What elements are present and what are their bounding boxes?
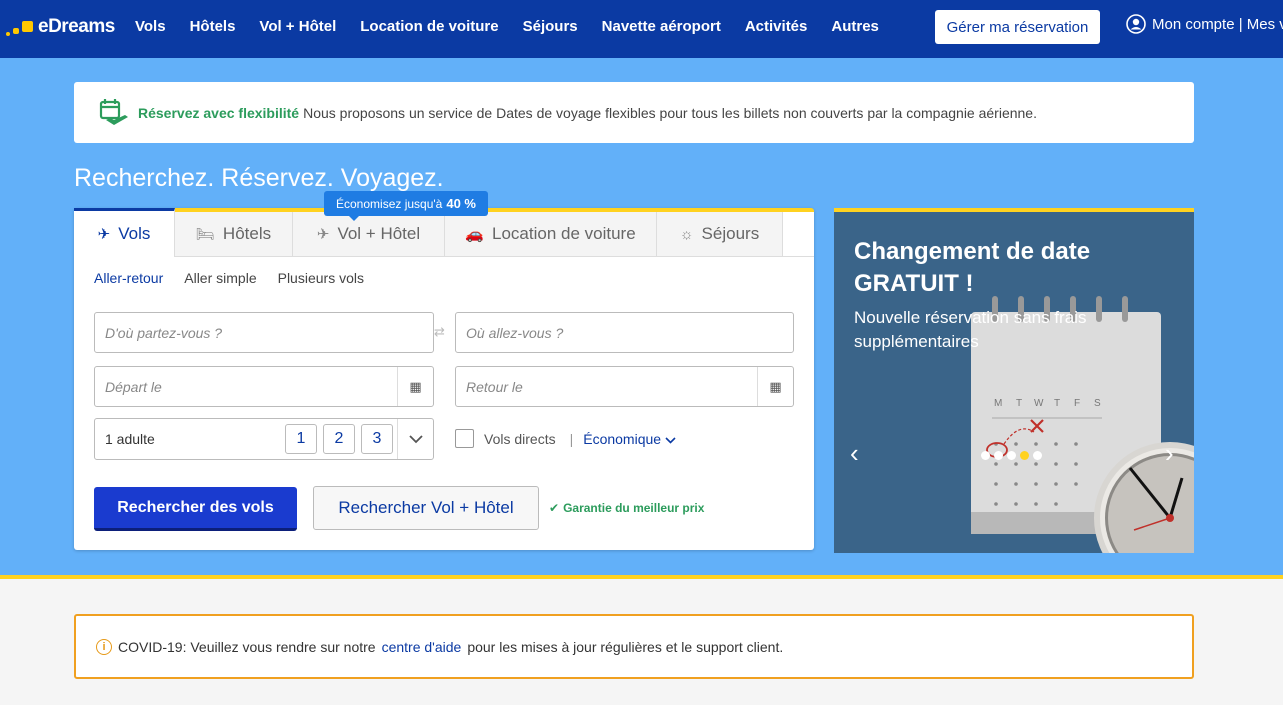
pax-option-1[interactable]: 1 bbox=[285, 424, 317, 454]
flexibility-text: Nous proposons un service de Dates de vo… bbox=[303, 104, 1037, 121]
nav-item-vols[interactable]: Vols bbox=[135, 18, 166, 35]
calendar-hand-icon bbox=[99, 98, 128, 125]
account-label: Mon compte | Mes v bbox=[1152, 15, 1283, 33]
savings-badge-text: Économisez jusqu'à bbox=[336, 196, 443, 211]
bed-icon: 🛏 bbox=[195, 226, 215, 243]
calendar-day-label: T bbox=[1016, 398, 1022, 409]
tab-hotels[interactable]: 🛏 Hôtels bbox=[175, 212, 293, 257]
chevron-down-icon bbox=[665, 436, 676, 444]
divider: | bbox=[569, 430, 574, 447]
savings-badge: Économisez jusqu'à 40 % bbox=[324, 191, 488, 221]
edreams-logo[interactable]: eDreams bbox=[6, 14, 115, 40]
departure-date-placeholder: Départ le bbox=[105, 378, 162, 395]
pax-option-3[interactable]: 3 bbox=[361, 424, 393, 454]
calendar-day-label: S bbox=[1094, 398, 1101, 409]
tab-label: Séjours bbox=[701, 224, 760, 243]
cabin-class-select[interactable]: Économique bbox=[583, 431, 676, 447]
account-menu[interactable]: Mon compte | Mes v bbox=[1126, 14, 1283, 34]
nav-item-autres[interactable]: Autres bbox=[831, 18, 879, 35]
search-flight-hotel-button[interactable]: Rechercher Vol + Hôtel bbox=[313, 486, 539, 530]
top-navigation: eDreams Vols Hôtels Vol + Hôtel Location… bbox=[0, 0, 1283, 58]
info-icon: i bbox=[96, 638, 112, 655]
user-icon bbox=[1126, 14, 1146, 34]
promo-title: Changement de date GRATUIT ! bbox=[854, 238, 1091, 297]
carousel-prev-icon[interactable]: ‹ bbox=[850, 438, 859, 469]
tab-label: Location de voiture bbox=[492, 224, 636, 243]
direct-flights-label: Vols directs bbox=[484, 430, 556, 447]
carousel-next-icon[interactable]: › bbox=[1165, 438, 1174, 469]
covid-notice: i COVID-19: Veuillez vous rendre sur not… bbox=[74, 614, 1194, 679]
tab-vol-hotel[interactable]: ✈ Vol + Hôtel bbox=[293, 212, 445, 257]
return-date-input[interactable]: Retour le ▦ bbox=[455, 366, 794, 407]
search-flights-button[interactable]: Rechercher des vols bbox=[94, 487, 297, 531]
carousel-dot[interactable] bbox=[1033, 451, 1042, 460]
destination-input[interactable]: Où allez-vous ? bbox=[455, 312, 794, 353]
tab-sejours[interactable]: ☼ Séjours bbox=[657, 212, 783, 257]
covid-text-suffix: pour les mises à jour régulières et le s… bbox=[467, 638, 784, 655]
logo-dots-icon bbox=[6, 14, 38, 40]
check-icon: ✔ bbox=[549, 501, 560, 515]
trip-type-selector: Aller-retour Aller simple Plusieurs vols bbox=[94, 270, 364, 286]
pax-option-2[interactable]: 2 bbox=[323, 424, 355, 454]
calendar-icon[interactable]: ▦ bbox=[757, 367, 793, 406]
car-icon: 🚗 bbox=[465, 226, 485, 243]
direct-flights-checkbox[interactable] bbox=[455, 429, 474, 448]
manage-booking-button[interactable]: Gérer ma réservation bbox=[935, 10, 1100, 44]
trip-type-aller-retour[interactable]: Aller-retour bbox=[94, 270, 163, 286]
tab-vols[interactable]: ✈ Vols bbox=[74, 208, 175, 257]
sun-icon: ☼ bbox=[679, 225, 694, 243]
nav-item-vol-hotel[interactable]: Vol + Hôtel bbox=[259, 18, 336, 35]
covid-text-prefix: COVID-19: Veuillez vous rendre sur notre bbox=[118, 638, 376, 655]
hero-title: Recherchez. Réservez. Voyagez. bbox=[74, 164, 444, 192]
plane-bed-icon: ✈ bbox=[316, 226, 330, 243]
passenger-count: 1 adulte bbox=[105, 431, 155, 447]
nav-item-sejours[interactable]: Séjours bbox=[523, 18, 578, 35]
trip-type-plusieurs-vols[interactable]: Plusieurs vols bbox=[278, 270, 364, 286]
search-card: ✈ Vols 🛏 Hôtels ✈ Vol + Hôtel 🚗 Location… bbox=[74, 191, 814, 550]
swap-icon[interactable]: ⇄ bbox=[434, 324, 445, 340]
main-menu: Vols Hôtels Vol + Hôtel Location de voit… bbox=[135, 0, 879, 52]
hero-section: Réservez avec flexibilité Nous proposons… bbox=[0, 58, 1283, 579]
flexibility-title: Réservez avec flexibilité bbox=[138, 104, 300, 121]
carousel-dots bbox=[981, 451, 1042, 460]
nav-item-activites[interactable]: Activités bbox=[745, 18, 808, 35]
nav-item-navette[interactable]: Navette aéroport bbox=[602, 18, 721, 35]
carousel-dot[interactable] bbox=[1007, 451, 1016, 460]
calendar-day-label: T bbox=[1054, 398, 1060, 409]
trip-type-aller-simple[interactable]: Aller simple bbox=[184, 270, 256, 286]
origin-input[interactable]: D'où partez-vous ? bbox=[94, 312, 434, 353]
chevron-down-icon[interactable] bbox=[397, 419, 433, 459]
guarantee-label: Garantie du meilleur prix bbox=[563, 501, 705, 515]
help-center-link[interactable]: centre d'aide bbox=[382, 639, 462, 655]
tabs-filler bbox=[783, 212, 814, 257]
calendar-icon[interactable]: ▦ bbox=[397, 367, 433, 406]
carousel-dot[interactable] bbox=[981, 451, 990, 460]
carousel-dot-active[interactable] bbox=[1020, 451, 1029, 460]
nav-item-location-voiture[interactable]: Location de voiture bbox=[360, 18, 498, 35]
nav-item-hotels[interactable]: Hôtels bbox=[190, 18, 236, 35]
promo-carousel: M T W T F S Changement de date GRATUIT !… bbox=[834, 208, 1194, 553]
carousel-dot[interactable] bbox=[994, 451, 1003, 460]
tab-label: Vol + Hôtel bbox=[337, 224, 421, 243]
plane-icon: ✈ bbox=[97, 226, 111, 243]
best-price-guarantee: ✔ Garantie du meilleur prix bbox=[549, 501, 704, 515]
return-date-placeholder: Retour le bbox=[466, 378, 523, 395]
flexibility-banner: Réservez avec flexibilité Nous proposons… bbox=[74, 82, 1194, 143]
tab-label: Vols bbox=[118, 224, 151, 243]
savings-badge-value: 40 % bbox=[446, 196, 476, 211]
cabin-class-value: Économique bbox=[583, 430, 662, 447]
departure-date-input[interactable]: Départ le ▦ bbox=[94, 366, 434, 407]
promo-subtitle: Nouvelle réservation sans frais suppléme… bbox=[854, 308, 1087, 351]
tab-label: Hôtels bbox=[222, 224, 272, 243]
calendar-day-label: F bbox=[1074, 398, 1080, 409]
product-tabs: ✈ Vols 🛏 Hôtels ✈ Vol + Hôtel 🚗 Location… bbox=[74, 208, 814, 257]
calendar-day-label: M bbox=[994, 398, 1002, 409]
tab-location-voiture[interactable]: 🚗 Location de voiture bbox=[445, 212, 657, 257]
passenger-selector[interactable]: 1 adulte 1 2 3 bbox=[94, 418, 434, 460]
direct-flights-option: Vols directs | Économique bbox=[455, 429, 676, 448]
calendar-day-label: W bbox=[1034, 398, 1044, 409]
logo-text: eDreams bbox=[38, 16, 115, 37]
